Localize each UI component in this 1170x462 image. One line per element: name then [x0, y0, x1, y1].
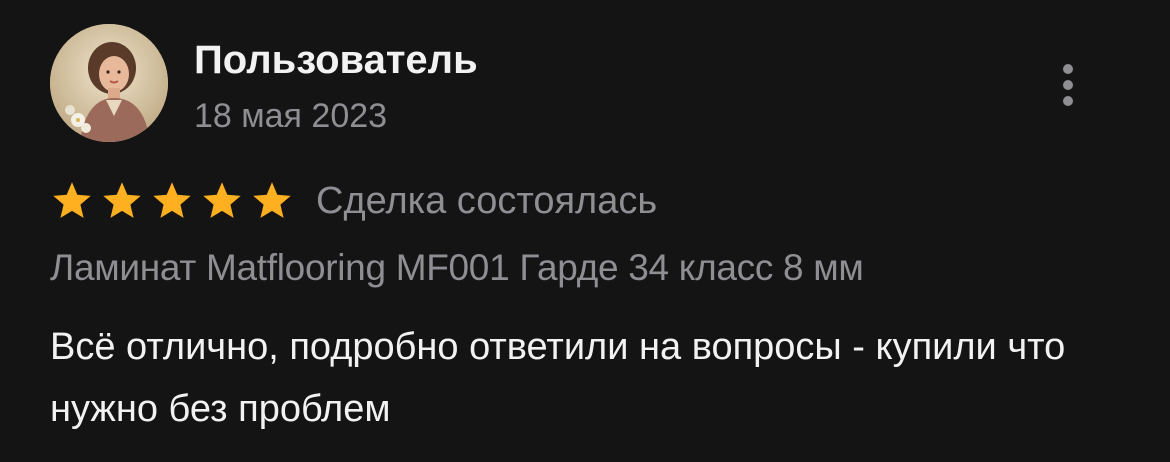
more-options-button[interactable] — [1050, 58, 1086, 112]
avatar-photo — [50, 24, 168, 142]
avatar[interactable] — [50, 24, 168, 142]
review-card: Пользователь 18 мая 2023 Сделка состояла… — [0, 0, 1170, 462]
star-icon — [253, 182, 291, 218]
more-vertical-icon-dot — [1063, 80, 1073, 90]
more-vertical-icon — [1063, 64, 1073, 74]
author-name[interactable]: Пользователь — [194, 36, 478, 84]
star-icon — [53, 182, 91, 218]
star-rating — [50, 179, 294, 223]
review-date: 18 мая 2023 — [194, 97, 388, 135]
product-name[interactable]: Ламинат Matflooring MF001 Гарде 34 класс… — [50, 244, 864, 292]
star-icon — [103, 182, 141, 218]
star-icon — [153, 182, 191, 218]
review-text: Всё отлично, подробно ответили на вопрос… — [50, 326, 1066, 430]
star-icon — [203, 182, 241, 218]
more-vertical-icon-dot — [1063, 96, 1073, 106]
deal-status: Сделка состоялась — [316, 180, 658, 222]
rating-row: Сделка состоялась — [50, 176, 657, 226]
